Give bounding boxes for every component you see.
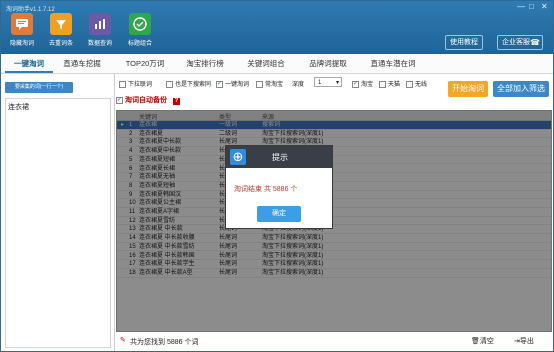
option-label: 常淘宝 — [265, 82, 284, 88]
auto-backup-option[interactable]: ✓ 淘词自动备份 ? — [116, 95, 180, 105]
option-label: 也是下搜索同 — [175, 82, 212, 88]
toolbar-item-dedupe[interactable]: 去重词条 — [42, 13, 80, 47]
seed-word-input[interactable]: 连衣裙 — [5, 98, 111, 348]
close-icon[interactable]: ✕ — [541, 2, 548, 11]
start-button[interactable]: 开始淘词 — [448, 81, 488, 97]
tab-keyword-combine[interactable]: 关键词组合 — [241, 55, 291, 73]
platform-label: 淘宝 — [361, 82, 374, 88]
minimize-icon[interactable]: — — [517, 2, 525, 11]
service-button[interactable]: 企业客服 ☎ — [497, 35, 543, 50]
ok-button[interactable]: 确定 — [257, 206, 301, 222]
collect-words-button[interactable]: 要采集的词(一行一个) — [5, 82, 73, 93]
checkbox[interactable] — [166, 80, 173, 88]
toolbar-item-hide-words[interactable]: 隐藏淘词 — [3, 13, 41, 47]
headset-icon: ☎ — [530, 38, 540, 47]
tab-top20[interactable]: TOP20万词 — [119, 55, 171, 73]
maximize-icon[interactable]: □ — [529, 2, 534, 11]
chat-icon — [11, 13, 33, 35]
main-tabs: 一键淘词 直通车挖掘 TOP20万词 淘宝排行榜 关键词组合 品牌词提取 直通车… — [1, 55, 553, 74]
top-bar: 淘词助手v1.1.7.12 — □ ✕ 隐藏淘词 去重词条 数据查询 标题组合 … — [1, 1, 553, 54]
dialog-header: ⊕ 提示 — [226, 146, 332, 168]
checkbox[interactable] — [256, 80, 263, 88]
tab-brand-extract[interactable]: 品牌词提取 — [303, 55, 353, 73]
toolbar-label: 隐藏淘词 — [9, 41, 34, 47]
tab-taobao-rank[interactable]: 淘宝排行榜 — [181, 55, 229, 73]
app-window: 淘词助手v1.1.7.12 — □ ✕ 隐藏淘词 去重词条 数据查询 标题组合 … — [0, 0, 554, 352]
toolbar-item-title-combine[interactable]: 标题组合 — [121, 13, 159, 47]
add-all-button[interactable]: 全部加入筛选 — [493, 81, 549, 97]
filter-icon — [50, 13, 72, 35]
left-panel: 要采集的词(一行一个) 连衣裙 — [1, 74, 115, 351]
clear-button[interactable]: 🗑清空 — [471, 336, 494, 346]
result-summary: 共为您找到 5886 个词 — [130, 339, 199, 346]
option-depth-label: 深度 — [292, 82, 305, 88]
option-label: 下拉联词 — [128, 82, 153, 88]
platform-wireless[interactable]: 无线 — [406, 79, 427, 88]
dialog-title: 提示 — [272, 153, 288, 162]
seed-word: 连衣裙 — [8, 104, 29, 111]
chevron-down-icon: ▾ — [335, 80, 339, 86]
footer-bar: ✎ 共为您找到 5886 个词 🗑清空 ⇥导出 — [116, 334, 552, 350]
option-one-click[interactable]: ✓ 一键淘词 — [216, 79, 249, 88]
modal-overlay — [116, 110, 552, 332]
checkbox[interactable] — [406, 80, 413, 88]
clear-label: 清空 — [479, 338, 494, 345]
check-icon — [129, 13, 151, 35]
platform-label: 天猫 — [388, 82, 401, 88]
option-label: 一键淘词 — [225, 82, 250, 88]
checkbox-checked[interactable]: ✓ — [216, 80, 223, 88]
depth-value: 1 — [318, 80, 322, 86]
option-common-taobao[interactable]: 常淘宝 — [256, 79, 283, 88]
trash-icon: 🗑 — [471, 338, 480, 345]
tab-ztc-mining[interactable]: 直通车挖掘 — [57, 55, 107, 73]
tab-ztc-potential[interactable]: 直通车潜在词 — [363, 55, 423, 73]
option-also-search[interactable]: 也是下搜索同 — [166, 79, 211, 88]
chart-icon — [89, 13, 111, 35]
depth-select[interactable]: 1 ▾ — [314, 77, 342, 87]
export-label: 导出 — [519, 338, 534, 345]
tab-one-click[interactable]: 一键淘词 — [5, 55, 53, 73]
tutorial-button[interactable]: 使用教程 — [445, 35, 483, 50]
checkbox-checked[interactable]: ✓ — [352, 80, 359, 88]
option-dropdown-words[interactable]: 下拉联词 — [119, 79, 152, 88]
window-title: 淘词助手v1.1.7.12 — [6, 7, 55, 13]
platform-label: 无线 — [415, 82, 428, 88]
service-label: 企业客服 — [502, 39, 530, 46]
toolbar-label: 标题组合 — [127, 41, 152, 47]
platform-taobao[interactable]: ✓ 淘宝 — [352, 79, 373, 88]
toolbar-label: 去重词条 — [48, 41, 73, 47]
checkbox-checked[interactable]: ✓ — [116, 96, 123, 104]
dialog-message: 淘词结束 共 5886 个 — [234, 186, 298, 193]
export-button[interactable]: ⇥导出 — [514, 336, 534, 346]
toolbar-label: 数据查询 — [87, 41, 112, 47]
message-dialog: ⊕ 提示 淘词结束 共 5886 个 确定 — [225, 145, 333, 229]
plus-icon: ⊕ — [230, 149, 246, 165]
help-icon[interactable]: ? — [172, 98, 180, 105]
info-icon: ✎ — [120, 337, 126, 344]
platform-tmall[interactable]: 天猫 — [379, 79, 400, 88]
auto-backup-label: 淘词自动备份 — [125, 97, 167, 104]
checkbox[interactable] — [379, 80, 386, 88]
toolbar-item-data-query[interactable]: 数据查询 — [81, 13, 119, 47]
checkbox[interactable] — [119, 80, 126, 88]
